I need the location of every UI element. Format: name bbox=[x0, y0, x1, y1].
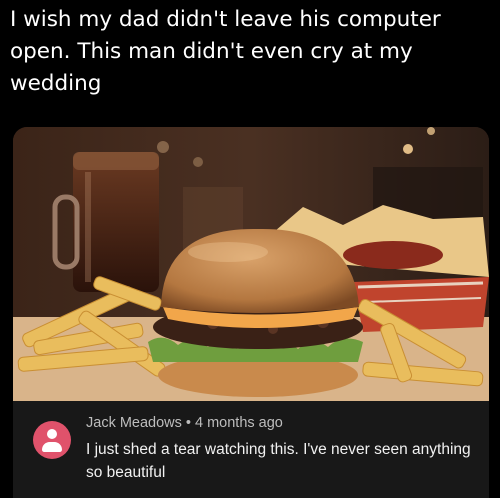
burger-photo bbox=[13, 127, 489, 401]
avatar-head-icon bbox=[47, 429, 57, 439]
post-caption: I wish my dad didn't leave his computer … bbox=[10, 7, 441, 96]
comment-card: Jack Meadows • 4 months ago I just shed a … bbox=[13, 401, 489, 498]
comment-author[interactable]: Jack Meadows bbox=[86, 415, 182, 431]
meta-separator: • bbox=[185, 415, 191, 431]
avatar-body-icon bbox=[42, 442, 62, 452]
comment-meta: Jack Meadows • 4 months ago bbox=[86, 415, 283, 431]
burger-illustration bbox=[13, 127, 489, 401]
comment-time: 4 months ago bbox=[194, 415, 283, 431]
comment-text: I just shed a tear watching this. I've n… bbox=[86, 441, 471, 481]
avatar[interactable] bbox=[33, 421, 71, 459]
